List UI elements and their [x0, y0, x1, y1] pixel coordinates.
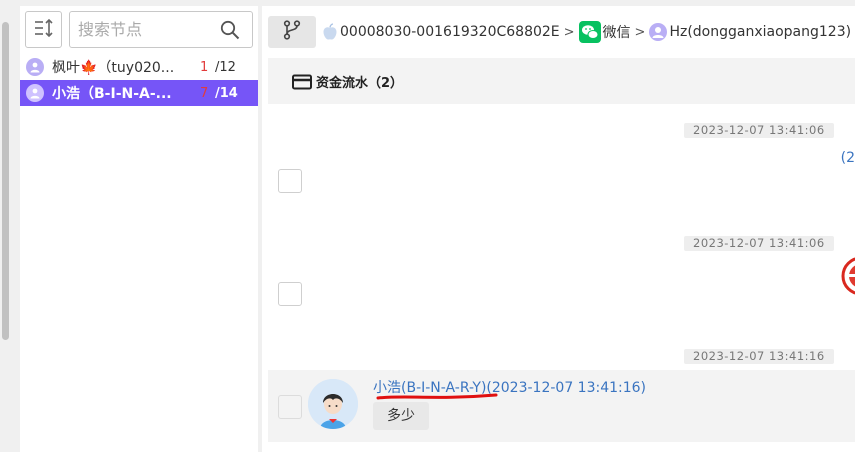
breadcrumb-app[interactable]: 微信	[578, 21, 631, 43]
breadcrumb: 00008030-001619320C68802E > 微信 > Hz(dong…	[322, 21, 855, 43]
tab-label: 资金流水（2）	[316, 76, 404, 91]
timestamp: 2023-12-07 13:41:06	[684, 123, 834, 138]
search-input[interactable]	[78, 12, 216, 47]
message-checkbox[interactable]	[278, 282, 302, 306]
branch-icon	[283, 20, 301, 44]
node-panel: 枫叶🍁（tuy020... 1 /12 小浩（B-I-N-A-... 7 /14	[20, 6, 258, 452]
user-avatar-icon	[649, 23, 668, 41]
user-avatar-icon	[26, 84, 44, 102]
app-name: 微信	[602, 25, 631, 41]
node-label: 小浩（B-I-N-A-...	[52, 86, 172, 102]
breadcrumb-device[interactable]: 00008030-001619320C68802E	[322, 23, 560, 41]
timestamp: 2023-12-07 13:41:06	[684, 236, 834, 251]
chevron-right-icon: >	[563, 24, 575, 40]
search-box	[69, 11, 253, 48]
red-seal-image	[837, 254, 855, 298]
message-checkbox[interactable]	[278, 169, 302, 193]
device-id: 00008030-001619320C68802E	[340, 24, 560, 40]
tab-bar: 资金流水（2）	[268, 58, 855, 104]
chevron-right-icon: >	[634, 24, 646, 40]
message-checkbox[interactable]	[278, 395, 302, 419]
tab-fund-flow[interactable]: 资金流水（2）	[292, 72, 403, 91]
sort-button[interactable]	[25, 11, 62, 48]
credit-card-icon	[292, 74, 312, 89]
node-label: 枫叶🍁（tuy020...	[52, 60, 175, 76]
left-scrollbar[interactable]	[0, 0, 14, 452]
node-list: 枫叶🍁（tuy020... 1 /12 小浩（B-I-N-A-... 7 /14	[20, 54, 258, 106]
content-area: 00008030-001619320C68802E > 微信 > Hz(dong…	[262, 6, 855, 452]
branch-button[interactable]	[268, 16, 316, 48]
chat-area: 2023-12-07 13:41:06 (2 2023-12-07 13:41:…	[268, 104, 855, 452]
node-item-selected[interactable]: 小浩（B-I-N-A-... 7 /14	[20, 80, 258, 106]
timestamp: 2023-12-07 13:41:16	[684, 349, 834, 364]
scrollbar-thumb[interactable]	[2, 22, 9, 340]
top-bar: 00008030-001619320C68802E > 微信 > Hz(dong…	[262, 6, 855, 56]
node-item[interactable]: 枫叶🍁（tuy020... 1 /12	[20, 54, 258, 80]
message-bubble[interactable]: 多少	[373, 402, 429, 430]
node-unread-count: 1	[200, 59, 209, 75]
node-total-count: /12	[215, 59, 236, 75]
user-avatar-icon	[26, 58, 44, 76]
sender-avatar	[308, 379, 358, 429]
account-name: Hz(dongganxiaopang123)	[669, 24, 852, 40]
node-total-count: /14	[215, 85, 238, 101]
clipped-edge-text: (2	[840, 150, 855, 166]
red-underline-annotation	[376, 393, 498, 400]
breadcrumb-account[interactable]: Hz(dongganxiaopang123)	[649, 23, 851, 41]
message-row[interactable]: 小浩(B-I-N-A-R-Y)(2023-12-07 13:41:16) 多少	[268, 370, 855, 442]
apple-icon	[322, 23, 338, 41]
wechat-icon	[578, 21, 601, 43]
search-icon[interactable]	[220, 20, 240, 40]
node-unread-count: 7	[200, 85, 209, 101]
sort-icon	[33, 17, 55, 43]
